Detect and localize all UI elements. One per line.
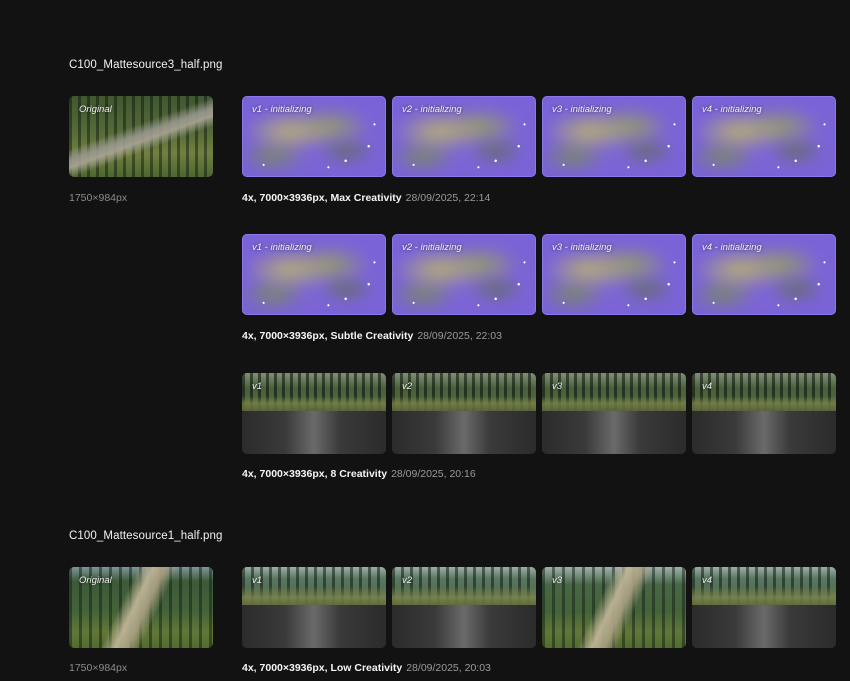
variant-thumbnail[interactable]: v4 - initializing (692, 234, 836, 315)
batch-spec: 4x, 7000×3936px, 8 Creativity (242, 468, 388, 480)
original-dimensions: 1750×984px (69, 662, 128, 674)
original-dimensions: 1750×984px (69, 192, 128, 204)
batch-date: 28/09/2025, 20:03 (406, 662, 491, 674)
variant-label: v2 - initializing (402, 104, 462, 115)
batch-info: 4x, 7000×3936px, Low Creativity 28/09/202… (242, 662, 491, 674)
variant-thumbnail[interactable]: v1 (242, 567, 386, 648)
variant-label: v4 - initializing (702, 104, 762, 115)
file-title: C100_Mattesource3_half.png (69, 59, 223, 71)
variant-label: v1 (252, 575, 263, 586)
variant-thumbnail[interactable]: v3 - initializing (542, 96, 686, 177)
batch-info: 4x, 7000×3936px, Subtle Creativity 28/09/… (242, 330, 502, 342)
variant-label: v2 (402, 381, 413, 392)
variant-thumbnail[interactable]: v3 - initializing (542, 234, 686, 315)
variant-thumbnail[interactable]: v4 (692, 373, 836, 454)
variant-thumbnail[interactable]: v3 (542, 567, 686, 648)
original-thumbnail[interactable]: Original (69, 567, 213, 648)
variant-label: v1 - initializing (252, 104, 312, 115)
variant-label: v3 - initializing (552, 104, 612, 115)
variant-label: v4 (702, 575, 713, 586)
batch-date: 28/09/2025, 20:16 (391, 468, 476, 480)
variant-thumbnail[interactable]: v2 - initializing (392, 96, 536, 177)
batch-spec: 4x, 7000×3936px, Low Creativity (242, 662, 403, 674)
original-thumbnail[interactable]: Original (69, 96, 213, 177)
variant-label: v3 (552, 575, 563, 586)
batch-info: 4x, 7000×3936px, Max Creativity 28/09/202… (242, 192, 490, 204)
batch-spec: 4x, 7000×3936px, Subtle Creativity (242, 330, 414, 342)
variant-thumbnail[interactable]: v1 (242, 373, 386, 454)
variant-label: v1 - initializing (252, 242, 312, 253)
variant-thumbnail[interactable]: v2 - initializing (392, 234, 536, 315)
variant-thumbnail[interactable]: v1 - initializing (242, 234, 386, 315)
variant-label: v1 (252, 381, 263, 392)
variant-thumbnail[interactable]: v3 (542, 373, 686, 454)
variant-thumbnail[interactable]: v1 - initializing (242, 96, 386, 177)
batch-date: 28/09/2025, 22:03 (417, 330, 502, 342)
variant-thumbnail[interactable]: v4 (692, 567, 836, 648)
batch-info: 4x, 7000×3936px, 8 Creativity 28/09/2025,… (242, 468, 476, 480)
variant-label: v2 (402, 575, 413, 586)
variant-label: v3 - initializing (552, 242, 612, 253)
batch-spec: 4x, 7000×3936px, Max Creativity (242, 192, 402, 204)
original-label: Original (79, 104, 112, 115)
batch-date: 28/09/2025, 22:14 (405, 192, 491, 204)
variant-label: v4 - initializing (702, 242, 762, 253)
original-label: Original (79, 575, 112, 586)
variant-thumbnail[interactable]: v2 (392, 373, 536, 454)
variant-label: v3 (552, 381, 563, 392)
variant-label: v2 - initializing (402, 242, 462, 253)
variant-thumbnail[interactable]: v2 (392, 567, 536, 648)
variant-label: v4 (702, 381, 713, 392)
variant-thumbnail[interactable]: v4 - initializing (692, 96, 836, 177)
file-title: C100_Mattesource1_half.png (69, 530, 223, 542)
